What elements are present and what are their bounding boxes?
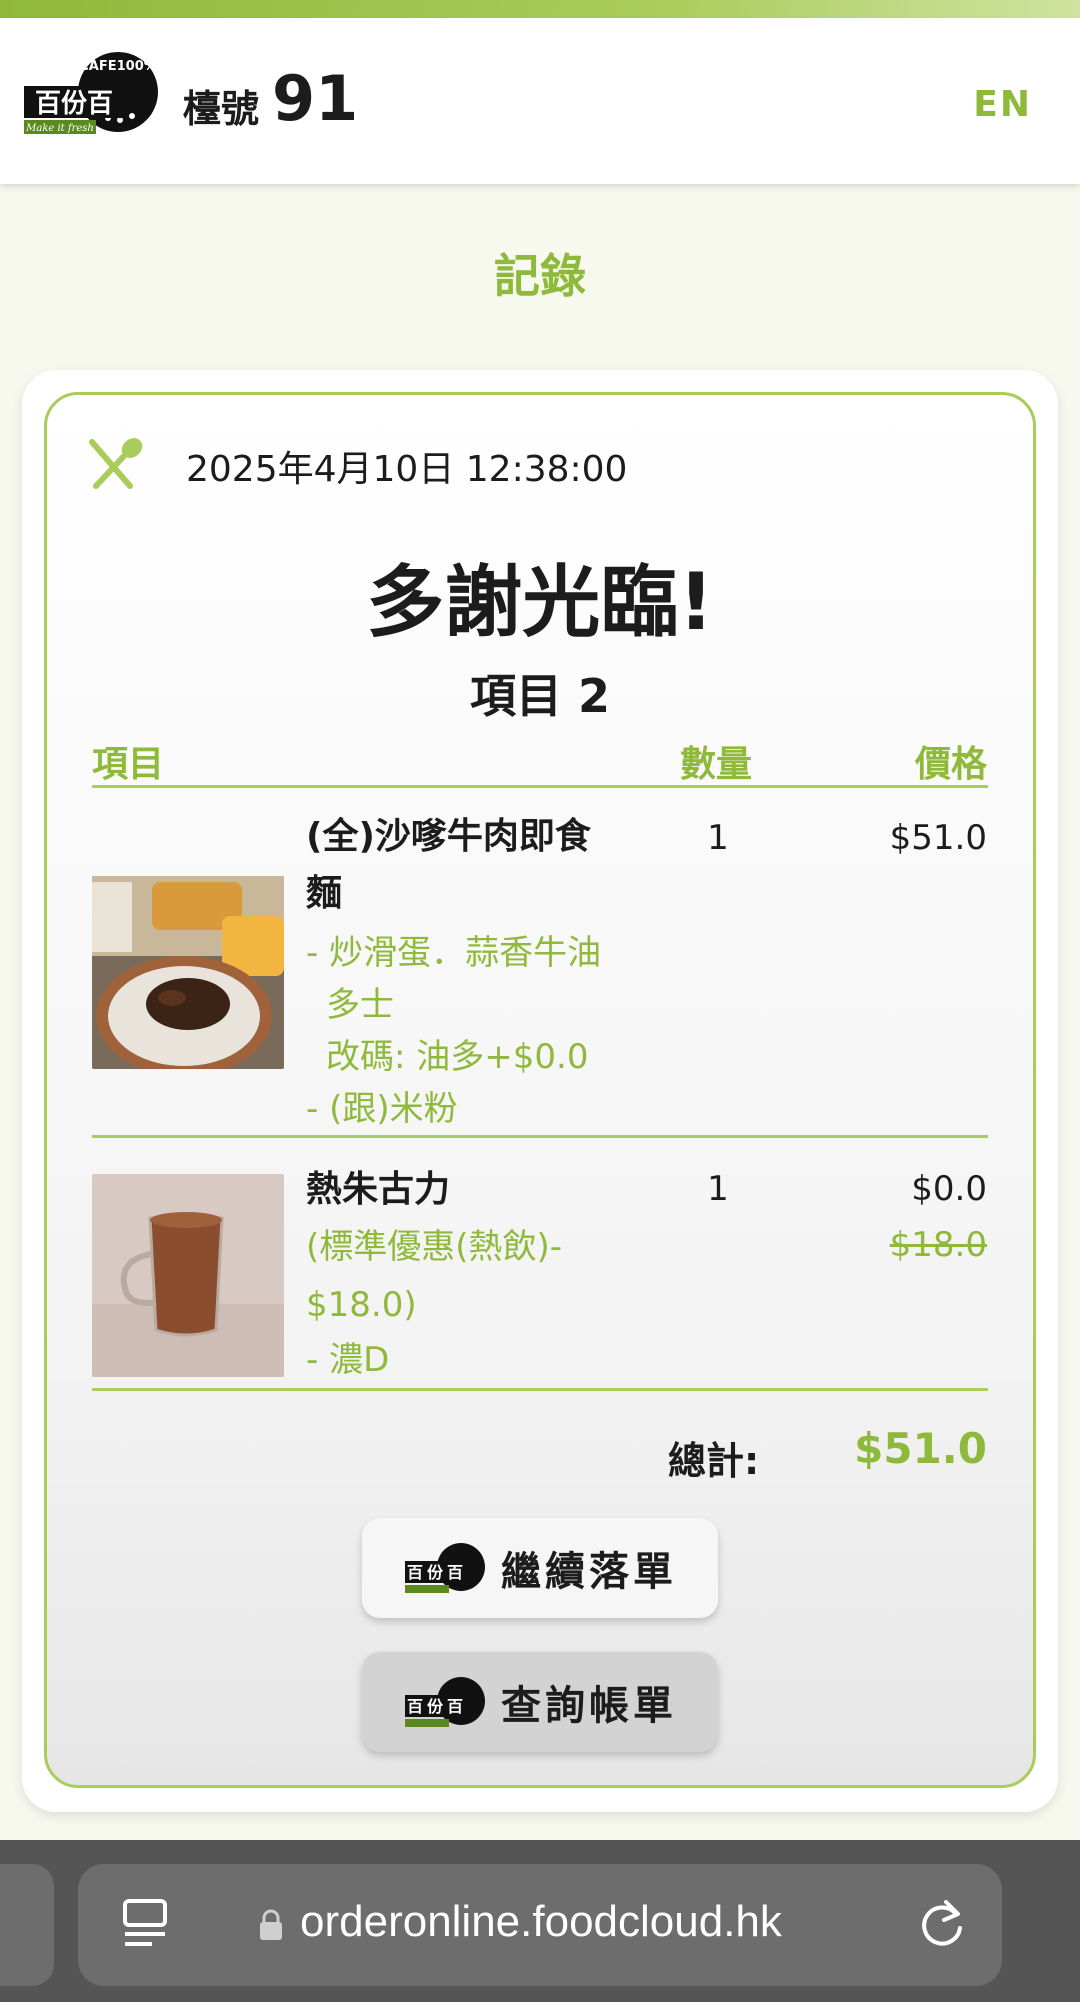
- table-number: 91: [272, 62, 359, 135]
- language-toggle-button[interactable]: EN: [973, 84, 1032, 125]
- logo-tagline: Make it fresh: [25, 123, 94, 134]
- view-bill-button[interactable]: 百份百 查詢帳單: [362, 1652, 718, 1752]
- continue-order-label: 繼續落單: [501, 1549, 677, 1595]
- reload-icon[interactable]: [916, 1896, 968, 1952]
- top-accent-bar: [0, 0, 1080, 18]
- continue-order-button[interactable]: 百份百 繼續落單: [362, 1518, 718, 1618]
- item-option: - (跟)米粉: [306, 1089, 458, 1129]
- logo-arc-text: CAFE100%: [79, 59, 157, 74]
- view-bill-label: 查詢帳單: [501, 1683, 677, 1729]
- lock-icon: [260, 1909, 282, 1940]
- item-qty: 1: [707, 1169, 729, 1209]
- url-text[interactable]: orderonline.foodcloud.hk: [300, 1897, 782, 1947]
- logo-text: 百份百: [35, 89, 113, 119]
- item-price: $51.0: [889, 818, 987, 858]
- item-option: 多士: [326, 985, 394, 1025]
- item-name: (全)沙嗲牛肉即食 麵: [306, 808, 636, 922]
- cafe-logo-icon: 百份百: [405, 1543, 485, 1593]
- table-label: 檯號: [183, 87, 260, 131]
- item-option: - 濃D: [306, 1340, 390, 1380]
- order-datetime: 2025年4月10日 12:38:00: [186, 449, 628, 490]
- item-option: 改碼: 油多+$0.0: [326, 1037, 589, 1077]
- item-name: 熱朱古力: [306, 1169, 451, 1210]
- cafe-logo-icon: 百份百: [405, 1677, 485, 1727]
- item-name-line: (全)沙嗲牛肉即食: [306, 816, 591, 857]
- item-image-hot-chocolate: [92, 1174, 284, 1377]
- reader-mode-icon[interactable]: [122, 1898, 168, 1950]
- page-title: 記錄: [494, 249, 586, 303]
- item-image-satay-beef-noodles: [92, 876, 284, 1069]
- item-options: (標準優惠(熱飲)- $18.0) - 濃D: [306, 1218, 636, 1386]
- total-value: $51.0: [854, 1424, 987, 1473]
- item-original-price: $18.0: [889, 1225, 987, 1265]
- previous-tab[interactable]: [0, 1864, 54, 1986]
- item-option: (標準優惠(熱飲)-: [306, 1227, 563, 1267]
- app-header: [0, 18, 1080, 184]
- item-option: - 炒滑蛋．蒜香牛油: [306, 933, 602, 973]
- row-divider: [92, 1135, 988, 1138]
- header-divider: [92, 785, 988, 788]
- logo-text: 百份百: [407, 1563, 467, 1582]
- item-option: $18.0): [306, 1285, 417, 1325]
- item-name-line: 麵: [306, 873, 343, 914]
- item-options: - 炒滑蛋．蒜香牛油 多士 改碼: 油多+$0.0 - (跟)米粉: [306, 927, 636, 1135]
- utensils-icon: [89, 438, 143, 489]
- item-price: $0.0: [911, 1169, 987, 1209]
- column-header-qty: 數量: [680, 744, 753, 785]
- items-count: 項目 2: [469, 669, 611, 723]
- column-header-price: 價格: [914, 744, 987, 785]
- thanks-heading: 多謝光臨!: [366, 558, 714, 648]
- cafe-logo[interactable]: CAFE100% 百份百 Make it fresh: [22, 48, 162, 138]
- logo-text: 百份百: [407, 1697, 467, 1716]
- row-divider: [92, 1388, 988, 1391]
- total-label: 總計:: [668, 1439, 760, 1483]
- item-qty: 1: [707, 818, 729, 858]
- column-header-item: 項目: [92, 744, 165, 785]
